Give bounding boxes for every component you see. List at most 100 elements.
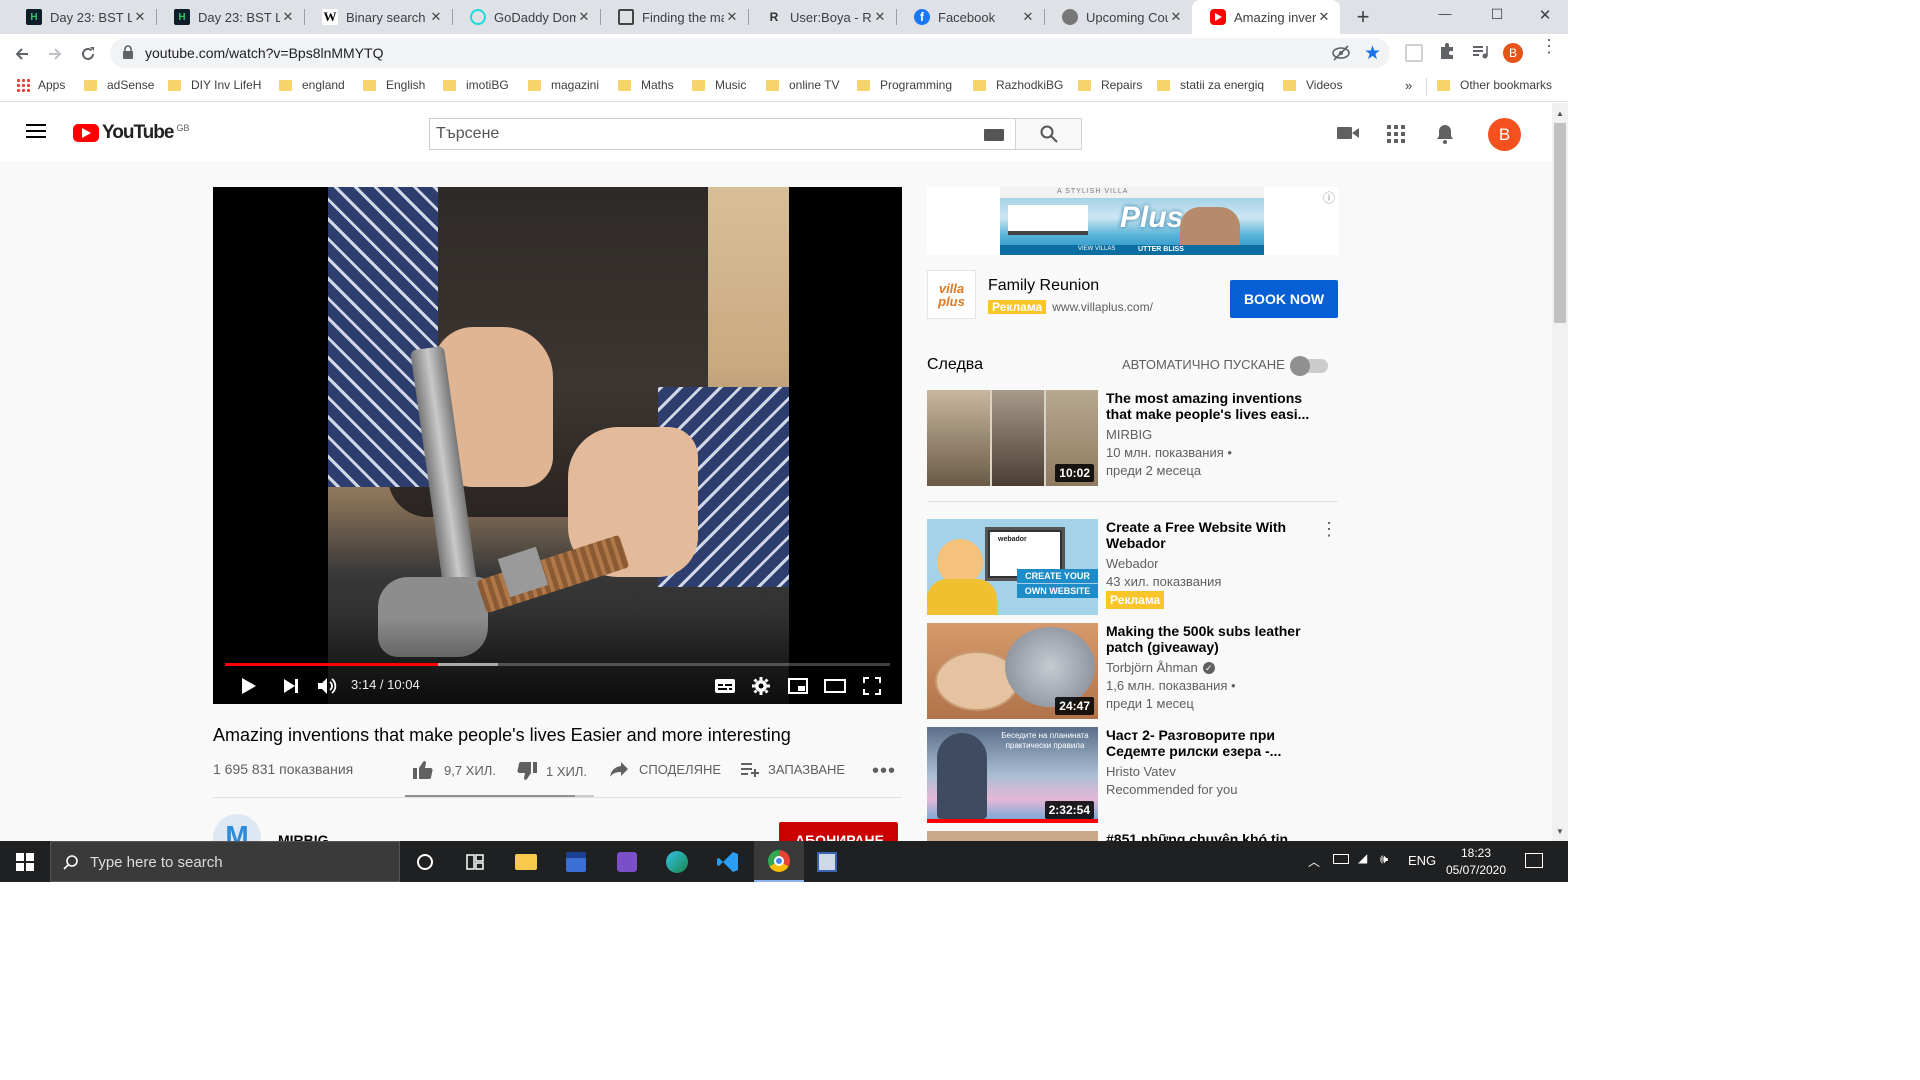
language-indicator[interactable]: ENG: [1408, 853, 1436, 868]
create-video-icon[interactable]: [1337, 125, 1359, 146]
bookmark-other[interactable]: Other bookmarks: [1437, 78, 1552, 92]
bookmark-folder[interactable]: Repairs: [1078, 78, 1142, 92]
notification-center-icon[interactable]: [1525, 853, 1543, 868]
bookmarks-overflow[interactable]: »: [1405, 78, 1412, 93]
ad-info-icon[interactable]: ⓘ: [1323, 189, 1335, 206]
keyboard-icon[interactable]: [984, 129, 1004, 141]
chrome-taskbar-button[interactable]: [754, 841, 804, 882]
recommendation-item[interactable]: #851 những chuyện khó tin: [927, 831, 1347, 841]
close-icon[interactable]: ✕: [576, 9, 592, 25]
bookmark-folder[interactable]: RazhodkiBG: [973, 78, 1063, 92]
advertiser-logo[interactable]: villa plus: [927, 270, 976, 319]
recommendation-item-ad[interactable]: webador CREATE YOUR OWN WEBSITE Create a…: [927, 519, 1347, 615]
new-tab-button[interactable]: +: [1350, 4, 1376, 30]
bookmark-folder[interactable]: imotiBG: [443, 78, 509, 92]
browser-tab-active[interactable]: Amazing inven ✕: [1192, 0, 1340, 34]
book-now-button[interactable]: BOOK NOW: [1230, 280, 1338, 318]
account-avatar[interactable]: B: [1488, 118, 1521, 151]
bookmark-apps[interactable]: Apps: [16, 78, 65, 92]
browser-tab[interactable]: H Day 23: BST Lev ✕: [156, 0, 304, 34]
ad-title[interactable]: Family Reunion: [988, 277, 1099, 295]
bookmark-folder[interactable]: magazini: [528, 78, 599, 92]
bookmark-star-icon[interactable]: ★: [1364, 42, 1381, 65]
bookmark-folder[interactable]: Maths: [618, 78, 674, 92]
bookmark-folder[interactable]: Programming: [857, 78, 952, 92]
close-icon[interactable]: ✕: [132, 9, 148, 25]
save-app-icon[interactable]: [561, 847, 591, 877]
recommendation-item[interactable]: Беседите на планината практически правил…: [927, 727, 1347, 823]
progress-bar[interactable]: [225, 663, 890, 666]
next-button[interactable]: [279, 675, 303, 697]
browser-tab[interactable]: R User:Boya - Ro ✕: [748, 0, 896, 34]
browser-tab[interactable]: H Day 23: BST Lev ✕: [8, 0, 156, 34]
reload-icon[interactable]: [74, 40, 102, 68]
app-icon[interactable]: [812, 847, 842, 877]
puzzle-icon[interactable]: [1438, 42, 1458, 62]
back-icon[interactable]: [8, 40, 36, 68]
taskbar-search-input[interactable]: Type here to search: [50, 841, 400, 882]
hamburger-menu-icon[interactable]: [26, 123, 46, 139]
edge-icon[interactable]: [662, 847, 692, 877]
close-icon[interactable]: ✕: [724, 9, 740, 25]
video-player[interactable]: 3:14 / 10:04: [213, 187, 902, 704]
close-window-button[interactable]: ✕: [1530, 6, 1560, 24]
dislike-button[interactable]: 1 ХИЛ.: [516, 761, 587, 781]
share-button[interactable]: СПОДЕЛЯНЕ: [609, 761, 721, 777]
close-icon[interactable]: ✕: [872, 9, 888, 25]
autoplay-toggle[interactable]: [1290, 356, 1328, 376]
forward-icon[interactable]: [41, 40, 69, 68]
kebab-menu-icon[interactable]: ⋮: [1320, 519, 1338, 540]
tray-overflow-icon[interactable]: ︿: [1308, 853, 1320, 870]
more-actions-icon[interactable]: •••: [872, 760, 896, 783]
miniplayer-button[interactable]: [786, 675, 810, 697]
ad-banner[interactable]: A STYLISH VILLA Plus VIEW VILLAS UTTER B…: [927, 187, 1338, 255]
bookmark-folder[interactable]: adSense: [84, 78, 154, 92]
bookmark-folder[interactable]: online TV: [766, 78, 839, 92]
bookmark-folder[interactable]: Music: [692, 78, 746, 92]
visual-studio-icon[interactable]: [612, 847, 642, 877]
subscribe-button[interactable]: АБОНИРАНЕ: [779, 822, 898, 841]
chrome-menu-icon[interactable]: ⋮: [1540, 37, 1558, 64]
vscode-icon[interactable]: [713, 847, 743, 877]
windows-start-icon[interactable]: [10, 847, 40, 877]
notifications-bell-icon[interactable]: [1436, 124, 1454, 149]
search-button[interactable]: [1015, 118, 1082, 150]
settings-button[interactable]: [749, 675, 773, 697]
youtube-logo[interactable]: YouTube GB: [73, 122, 189, 144]
page-scrollbar[interactable]: ▲ ▼: [1552, 103, 1568, 841]
profile-avatar[interactable]: B: [1503, 43, 1523, 63]
volume-icon[interactable]: 🕪: [1380, 851, 1388, 867]
browser-tab[interactable]: Upcoming Cou ✕: [1044, 0, 1192, 34]
bookmark-folder[interactable]: statii za energiq: [1157, 78, 1264, 92]
apps-grid-icon[interactable]: [1387, 125, 1405, 148]
recommendation-item[interactable]: 10:02 The most amazing inventions that m…: [927, 390, 1347, 486]
network-icon[interactable]: ◢: [1358, 851, 1367, 865]
file-explorer-icon[interactable]: [511, 847, 541, 877]
maximize-button[interactable]: ☐: [1482, 6, 1512, 23]
media-control-icon[interactable]: [1471, 43, 1491, 63]
cortana-icon[interactable]: [410, 847, 440, 877]
bookmark-folder[interactable]: Videos: [1283, 78, 1342, 92]
address-bar[interactable]: youtube.com/watch?v=Bps8lnMMYTQ ★: [110, 38, 1390, 68]
fullscreen-button[interactable]: [860, 675, 884, 697]
scroll-up-arrow-icon[interactable]: ▲: [1556, 109, 1564, 118]
close-icon[interactable]: ✕: [1168, 9, 1184, 25]
close-icon[interactable]: ✕: [428, 9, 444, 25]
extension-icon[interactable]: [1405, 44, 1423, 62]
volume-button[interactable]: [315, 675, 339, 697]
browser-tab[interactable]: f Facebook ✕: [896, 0, 1044, 34]
channel-name[interactable]: MIRBIG: [278, 830, 329, 841]
close-icon[interactable]: ✕: [1020, 9, 1036, 25]
bookmark-folder[interactable]: English: [363, 78, 425, 92]
minimize-button[interactable]: —: [1430, 6, 1460, 21]
play-button[interactable]: [237, 675, 261, 697]
theater-mode-button[interactable]: [823, 675, 847, 697]
recommendation-item[interactable]: 24:47 Making the 500k subs leather patch…: [927, 623, 1347, 719]
scroll-down-arrow-icon[interactable]: ▼: [1556, 827, 1564, 836]
channel-avatar[interactable]: M: [213, 814, 261, 841]
eye-slash-icon[interactable]: [1332, 44, 1350, 67]
subtitles-button[interactable]: [713, 675, 737, 697]
browser-tab[interactable]: Finding the ma ✕: [600, 0, 748, 34]
search-input[interactable]: Търсене: [429, 118, 1016, 150]
close-icon[interactable]: ✕: [1316, 9, 1332, 25]
